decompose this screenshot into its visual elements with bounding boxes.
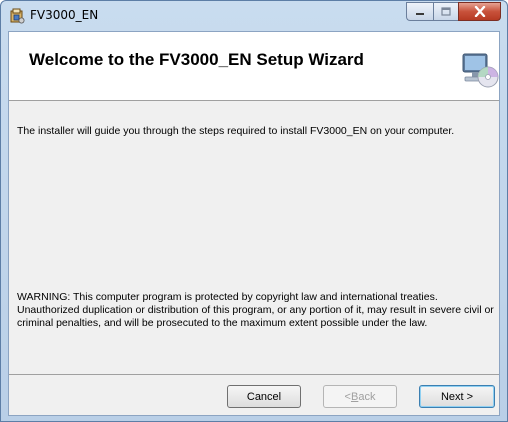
next-button[interactable]: Next >	[419, 385, 495, 408]
wizard-title: Welcome to the FV3000_EN Setup Wizard	[29, 50, 364, 69]
minimize-icon	[416, 12, 424, 15]
wizard-footer: Cancel < Back Next >	[9, 375, 499, 415]
installer-app-icon	[10, 8, 25, 24]
installer-computer-cd-icon	[462, 53, 499, 88]
close-icon	[474, 6, 485, 17]
minimize-button[interactable]	[406, 2, 433, 21]
cancel-button[interactable]: Cancel	[227, 385, 301, 408]
maximize-icon	[441, 7, 451, 16]
caption-buttons	[406, 2, 501, 22]
back-button-mnemonic: B	[350, 390, 359, 403]
close-button[interactable]	[458, 2, 501, 21]
wizard-body: The installer will guide you through the…	[9, 101, 499, 375]
installer-window: FV3000_EN Welcome to the FV3000_EN Setup…	[0, 0, 508, 422]
maximize-button[interactable]	[433, 2, 458, 21]
copyright-warning-text: WARNING: This computer program is protec…	[17, 291, 494, 329]
back-button[interactable]: < Back	[323, 385, 397, 408]
title-bar[interactable]: FV3000_EN	[1, 1, 507, 31]
intro-text: The installer will guide you through the…	[17, 125, 455, 137]
wizard-client-area: Welcome to the FV3000_EN Setup Wizard Th…	[8, 31, 500, 416]
window-title: FV3000_EN	[30, 8, 99, 22]
back-button-rest: ack	[358, 390, 376, 403]
wizard-banner: Welcome to the FV3000_EN Setup Wizard	[9, 32, 499, 101]
